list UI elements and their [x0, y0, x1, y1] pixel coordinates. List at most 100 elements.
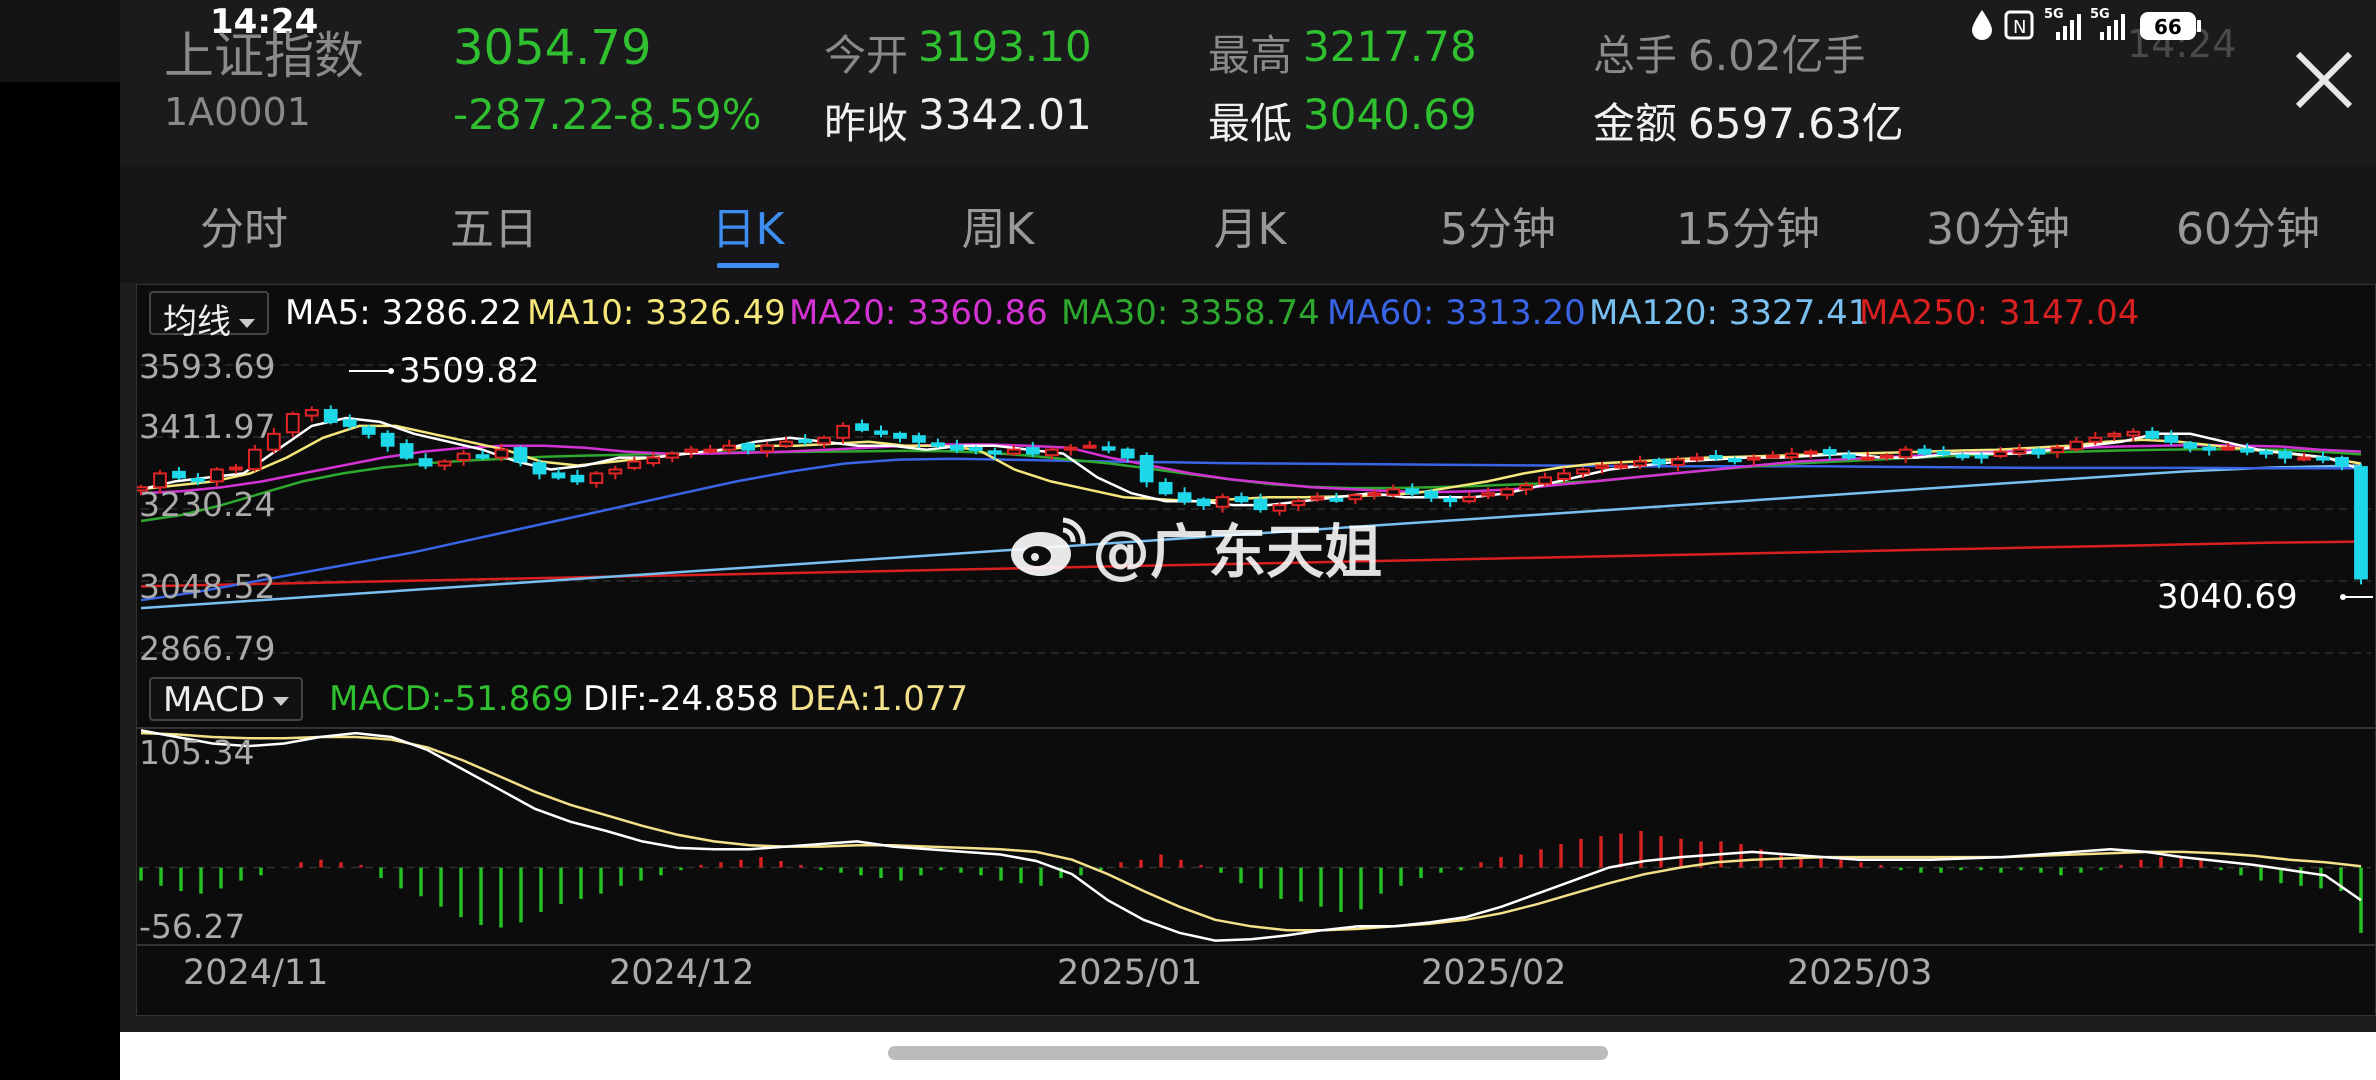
candle-body	[1671, 458, 1685, 467]
home-indicator[interactable]	[888, 1046, 1608, 1060]
tab-monthly-k[interactable]: 月K	[1150, 193, 1350, 257]
candle-body	[1025, 447, 1040, 455]
candle-body	[1993, 450, 2008, 458]
candle-body	[1917, 448, 1932, 455]
candle-body	[2259, 450, 2274, 455]
period-tabs: 分时 五日 日K 周K 月K 5分钟 15分钟 30分钟 60分钟	[120, 165, 2376, 283]
candle-body	[1196, 498, 1211, 507]
candle-body	[304, 409, 319, 417]
status-icons: N 5G 5G 66	[1972, 7, 2201, 40]
bottom-gesture-bar	[120, 1032, 2376, 1080]
candle-body	[191, 477, 205, 483]
legend-dea: DEA:1.077	[789, 679, 969, 719]
candle-body	[2297, 456, 2311, 461]
legend-ma20: MA20: 3360.86	[789, 293, 1048, 333]
indicator-selector-label: MACD	[163, 680, 265, 720]
candle-body	[456, 452, 471, 461]
battery-level: 66	[2154, 15, 2182, 39]
legend-ma250: MA250: 3147.04	[1859, 293, 2140, 333]
close-button[interactable]	[2288, 44, 2360, 116]
candle-body	[987, 450, 1002, 455]
candle-body	[228, 466, 243, 471]
series-line-ma30	[140, 448, 2362, 523]
tab-60min[interactable]: 60分钟	[2148, 193, 2348, 257]
candle-body	[323, 409, 338, 423]
ma-selector-button[interactable]: 均线	[149, 291, 269, 342]
candle-body	[1443, 497, 1458, 503]
candle-body	[1746, 456, 1761, 461]
candle-body	[1120, 448, 1135, 459]
candle-body	[247, 448, 262, 471]
tab-30min[interactable]: 30分钟	[1898, 193, 2098, 257]
candle-body	[513, 447, 528, 463]
candle-body	[1576, 468, 1590, 475]
tab-15min[interactable]: 15分钟	[1648, 193, 1848, 257]
legend-ma30: MA30: 3358.74	[1061, 293, 1320, 333]
candle-body	[2012, 448, 2027, 455]
candle-body	[2088, 436, 2103, 443]
left-edge-top	[0, 0, 120, 82]
series-line-ma120	[140, 464, 2362, 610]
chevron-down-icon	[239, 319, 255, 328]
candle-body	[1841, 454, 1856, 459]
candle-body	[1310, 496, 1325, 501]
series-line-dea	[140, 731, 2362, 932]
candle-body	[1158, 481, 1173, 495]
volume-label: 总手	[1593, 31, 1678, 80]
candle-body	[361, 426, 376, 435]
svg-text:N: N	[2013, 17, 2026, 38]
network-5g-1: 5G	[2044, 7, 2064, 22]
prev-close-value: 3342.01	[918, 90, 1092, 139]
candle-body	[589, 472, 604, 484]
candle-body	[1462, 496, 1477, 503]
y-axis-label-min: 2866.79	[139, 629, 276, 668]
tab-intraday[interactable]: 分时	[144, 193, 344, 257]
candle-body	[1708, 455, 1723, 460]
series-line-dif	[140, 729, 2362, 942]
candle-body	[570, 474, 585, 483]
candle-body	[1177, 492, 1192, 503]
low-label: 最低	[1208, 99, 1293, 148]
candle-body	[874, 430, 888, 435]
candle-body	[2335, 456, 2349, 467]
candle-body	[285, 413, 300, 434]
candle-body	[399, 443, 414, 459]
candle-body	[2126, 430, 2141, 437]
tab-5min[interactable]: 5分钟	[1398, 193, 1598, 257]
series-line-ma250	[140, 540, 2362, 588]
chart-panel[interactable]: 均线 MA5: 3286.22 MA10: 3326.49 MA20: 3360…	[136, 284, 2376, 1016]
candle-body	[798, 439, 812, 444]
candle-body	[1690, 456, 1704, 461]
candle-body	[437, 460, 452, 467]
candle-body	[1291, 500, 1306, 507]
tab-weekly-k[interactable]: 周K	[898, 193, 1098, 257]
candle-body	[1329, 497, 1344, 502]
low-marker-dot	[2340, 594, 2346, 600]
candle-body	[665, 452, 680, 459]
kline-chart-svg[interactable]	[137, 285, 2375, 1015]
candle-body	[950, 444, 964, 451]
index-change-pct: -8.59%	[613, 90, 762, 139]
legend-ma60: MA60: 3313.20	[1327, 293, 1586, 333]
candle-body	[1006, 448, 1021, 455]
candle-body	[1044, 448, 1059, 457]
candle-body	[1822, 449, 1837, 455]
tab-five-day[interactable]: 五日	[394, 193, 594, 257]
candle-body	[2240, 448, 2255, 453]
indicator-selector-button[interactable]: MACD	[149, 677, 303, 721]
candle-body	[2316, 456, 2330, 461]
candle-body	[760, 444, 775, 453]
candle-body	[2145, 430, 2160, 439]
candle-body	[1538, 476, 1552, 485]
candle-body	[2278, 451, 2292, 459]
tab-daily-k[interactable]: 日K	[648, 193, 848, 257]
quote-header: 14:24 上证指数 1A0001 3054.79 -287.22 -8.59%…	[120, 0, 2376, 165]
volume-value: 6.02亿手	[1688, 31, 1866, 80]
candle-body	[703, 448, 718, 453]
data-saver-icon	[1972, 10, 1992, 40]
candle-body	[855, 423, 869, 431]
candle-body	[1936, 451, 1951, 456]
amount-value: 6597.63亿	[1688, 99, 1904, 148]
chevron-down-icon	[272, 697, 289, 706]
ma-selector-label: 均线	[163, 302, 231, 342]
